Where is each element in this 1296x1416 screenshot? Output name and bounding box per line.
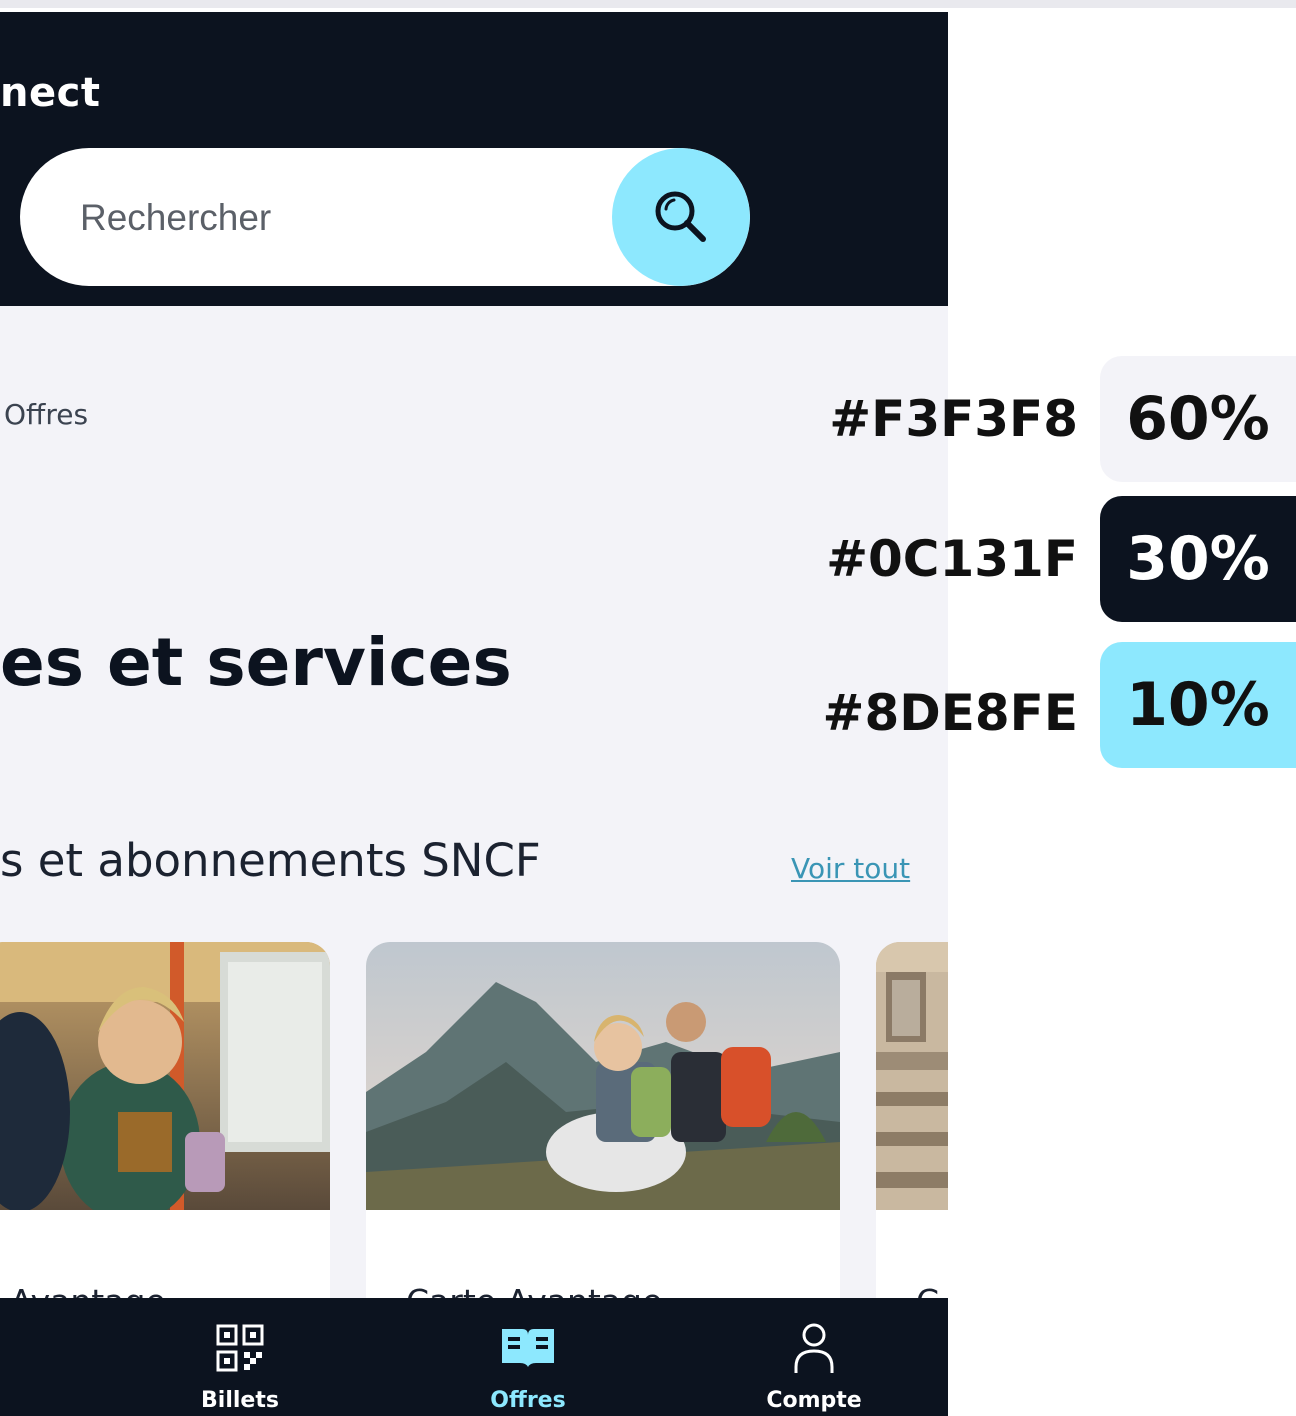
palette-swatch-primary: 60% bbox=[1100, 356, 1296, 482]
palette-hex-secondary: #0C131F bbox=[826, 530, 1078, 588]
palette-swatch-accent: 10% bbox=[1100, 642, 1296, 768]
app-header: nect bbox=[0, 12, 948, 306]
card-image-hikers bbox=[366, 942, 840, 1210]
section-title-prefix: s bbox=[0, 834, 38, 887]
offer-card[interactable]: Carte Avantage bbox=[366, 942, 840, 1322]
user-icon bbox=[794, 1323, 834, 1373]
palette-hex-primary: #F3F3F8 bbox=[829, 390, 1078, 448]
qr-code-icon bbox=[216, 1324, 264, 1372]
section-title-text: et abonnements SNCF bbox=[37, 834, 541, 887]
palette-percent: 60% bbox=[1126, 384, 1270, 454]
tab-label: Billets bbox=[201, 1388, 279, 1413]
page-title: es et services bbox=[0, 624, 512, 701]
bottom-tab-bar: Billets Offres Compte bbox=[0, 1298, 948, 1416]
card-image-building bbox=[876, 942, 948, 1210]
search-bar[interactable] bbox=[20, 148, 750, 286]
search-icon bbox=[655, 191, 706, 242]
offer-card[interactable]: Avantage bbox=[0, 942, 330, 1322]
tab-offres[interactable]: Offres bbox=[438, 1298, 618, 1416]
palette-percent: 30% bbox=[1126, 524, 1270, 594]
palette-swatch-secondary: 30% bbox=[1100, 496, 1296, 622]
tab-compte[interactable]: Compte bbox=[724, 1298, 904, 1416]
book-icon bbox=[502, 1329, 554, 1367]
app-screen: nect Offres es et services s et abonneme… bbox=[0, 12, 948, 1416]
palette-percent: 10% bbox=[1126, 670, 1270, 740]
window-top-border bbox=[0, 0, 1296, 8]
search-button[interactable] bbox=[612, 148, 750, 286]
tab-label: Offres bbox=[490, 1388, 566, 1413]
search-input[interactable] bbox=[78, 182, 602, 254]
see-all-link[interactable]: Voir tout bbox=[791, 852, 910, 885]
card-image-train bbox=[0, 942, 330, 1210]
tab-billets[interactable]: Billets bbox=[150, 1298, 330, 1416]
section-title: s et abonnements SNCF bbox=[0, 834, 541, 887]
breadcrumb[interactable]: Offres bbox=[4, 398, 88, 431]
tab-label: Compte bbox=[766, 1388, 862, 1413]
palette-hex-accent: #8DE8FE bbox=[822, 684, 1078, 742]
offer-card[interactable]: C bbox=[876, 942, 948, 1322]
brand-title: nect bbox=[0, 70, 101, 116]
